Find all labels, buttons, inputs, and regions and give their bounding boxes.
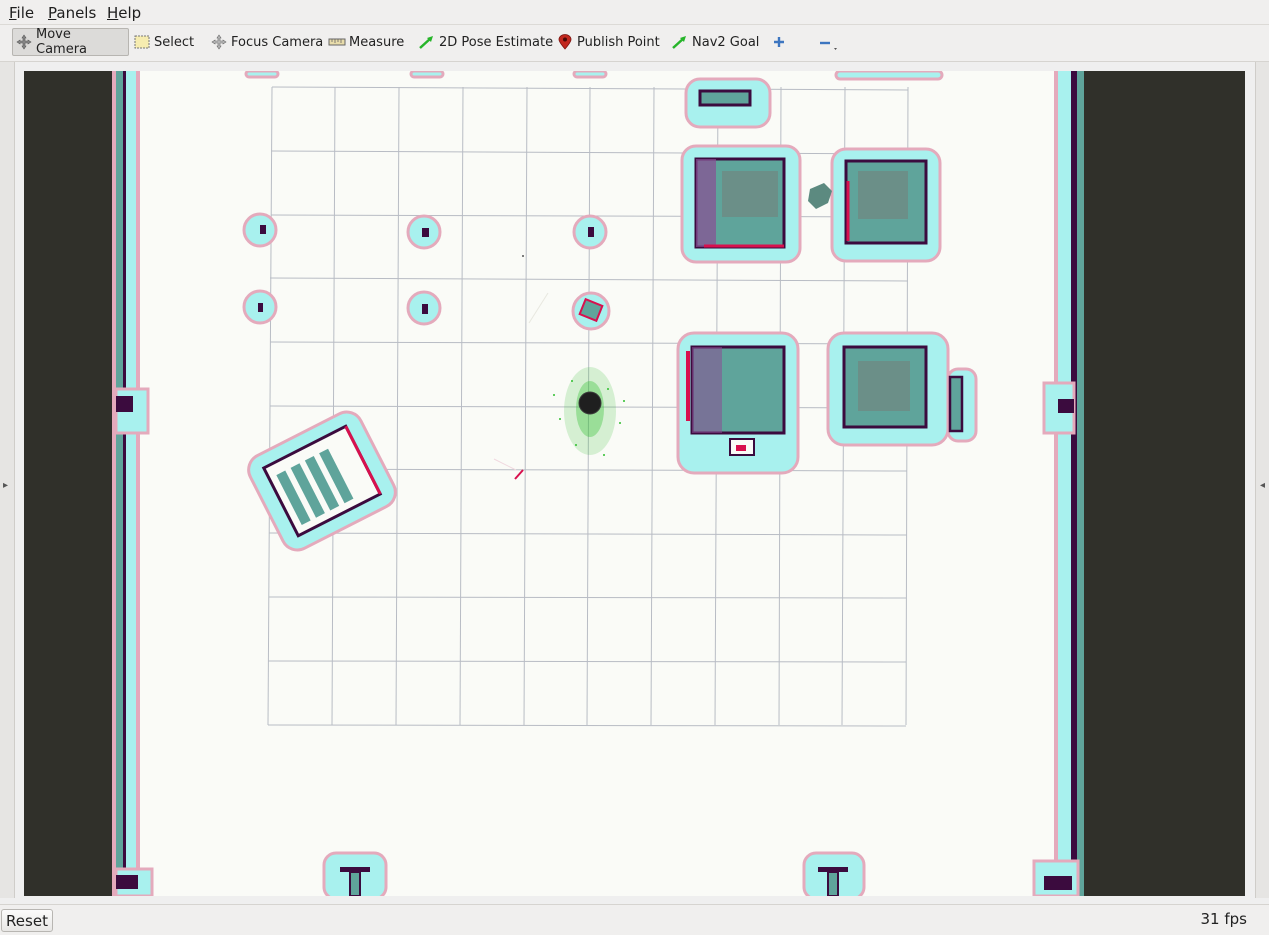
goal-arrow-icon: [671, 34, 689, 50]
costmap-scene[interactable]: [24, 71, 1245, 896]
minus-icon: [817, 34, 837, 50]
remove-tool-button[interactable]: [817, 28, 838, 56]
table-obstacle-2: [830, 147, 942, 263]
focus-camera-tool[interactable]: Focus Camera: [210, 28, 323, 56]
publish-point-tool[interactable]: Publish Point: [556, 28, 660, 56]
map-pin-icon: [556, 34, 574, 50]
pose-estimate-tool[interactable]: 2D Pose Estimate: [418, 28, 553, 56]
add-tool-button[interactable]: [770, 28, 791, 56]
reset-button[interactable]: Reset: [1, 909, 53, 932]
focus-camera-label: Focus Camera: [231, 34, 324, 50]
menu-panels[interactable]: Panels: [48, 4, 96, 22]
expand-right-arrow-icon: ◂: [1260, 480, 1266, 491]
measure-label: Measure: [349, 34, 405, 50]
menu-file[interactable]: File: [9, 4, 34, 22]
map-speck: [522, 255, 524, 257]
select-icon: [133, 34, 151, 50]
plus-icon: [770, 34, 788, 50]
table-obstacle-1: [680, 144, 802, 264]
menu-bar: File Panels Help: [0, 0, 1269, 25]
move-camera-tool[interactable]: Move Camera: [12, 27, 129, 57]
select-tool[interactable]: Select: [133, 28, 194, 56]
robot-footprint: [578, 391, 602, 415]
nav2-goal-tool[interactable]: Nav2 Goal: [671, 28, 759, 56]
menu-help[interactable]: Help: [107, 4, 141, 22]
nav2-goal-label: Nav2 Goal: [692, 34, 760, 50]
fps-readout: 31 fps: [1200, 910, 1247, 928]
focus-camera-icon: [210, 34, 228, 50]
move-camera-label: Move Camera: [36, 27, 88, 57]
pose-estimate-label: 2D Pose Estimate: [439, 34, 554, 50]
select-label: Select: [154, 34, 195, 50]
measure-tool[interactable]: Measure: [328, 28, 404, 56]
publish-point-label: Publish Point: [577, 34, 660, 50]
status-bar: Reset 31 fps: [0, 904, 1269, 935]
tools-toolbar: Move Camera Select Focus Camera Measure …: [0, 25, 1269, 62]
shelf-obstacle-top: [684, 77, 772, 129]
table-obstacle-3: [676, 331, 800, 475]
expand-left-arrow-icon: ▸: [3, 480, 9, 491]
left-panel-handle[interactable]: ▸: [0, 62, 15, 898]
right-panel-handle[interactable]: ◂: [1255, 62, 1269, 898]
measure-icon: [328, 34, 346, 50]
render-viewport[interactable]: [24, 71, 1245, 896]
pose-arrow-icon: [418, 34, 436, 50]
move-camera-icon: [15, 34, 33, 50]
